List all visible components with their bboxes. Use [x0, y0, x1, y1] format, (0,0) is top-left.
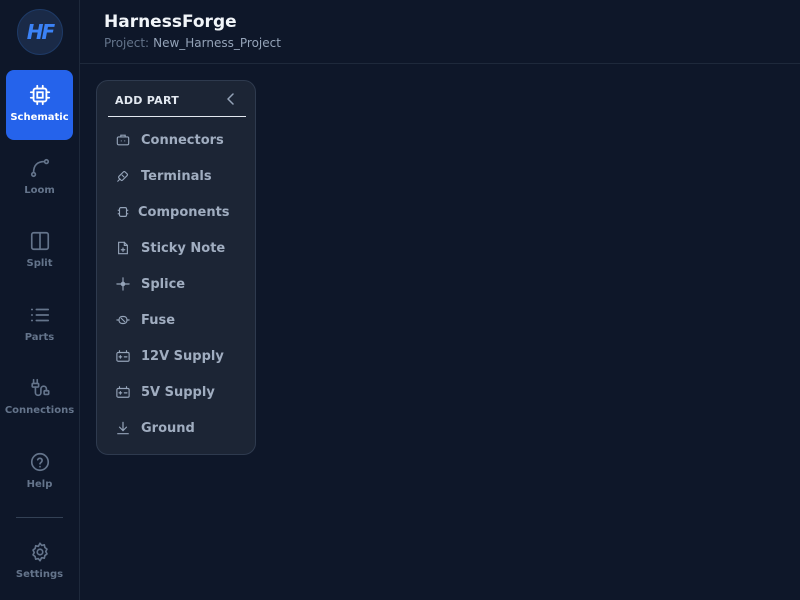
panel-header: ADD PART	[108, 81, 246, 117]
columns-icon	[28, 229, 52, 253]
part-label: 12V Supply	[141, 348, 224, 364]
sidebar-item-label: Schematic	[10, 112, 69, 123]
list-icon	[28, 303, 52, 327]
component-icon	[115, 204, 131, 220]
part-item-sticky-note[interactable]: Sticky Note	[115, 234, 245, 262]
battery-icon	[115, 348, 131, 364]
battery-icon	[115, 384, 131, 400]
project-name: New_Harness_Project	[153, 36, 281, 50]
sidebar-item-settings[interactable]: Settings	[6, 527, 73, 597]
sidebar-item-split[interactable]: Split	[6, 216, 73, 286]
gear-icon	[28, 540, 52, 564]
part-label: Ground	[141, 420, 195, 436]
sidebar-item-label: Split	[26, 258, 53, 269]
sidebar-item-label: Parts	[24, 332, 55, 343]
part-item-fuse[interactable]: Fuse	[115, 306, 245, 334]
logo[interactable]: HF	[17, 9, 63, 55]
sidebar-item-help[interactable]: Help	[6, 437, 73, 507]
part-item-components[interactable]: Components	[115, 198, 245, 226]
sidebar-item-parts[interactable]: Parts	[6, 290, 73, 360]
part-item-12v-supply[interactable]: 12V Supply	[115, 342, 245, 370]
top-header: HarnessForge Project: New_Harness_Project	[80, 0, 800, 64]
sidebar-item-loom[interactable]: Loom	[6, 143, 73, 213]
chevron-left-icon	[227, 93, 234, 105]
sidebar-item-schematic[interactable]: Schematic	[6, 70, 73, 140]
part-label: Components	[138, 204, 230, 220]
help-circle-icon	[28, 450, 52, 474]
project-info: Project: New_Harness_Project	[104, 36, 281, 50]
connector-icon	[115, 132, 131, 148]
sidebar-item-connections[interactable]: Connections	[4, 363, 75, 433]
route-icon	[28, 156, 52, 180]
part-label: Connectors	[141, 132, 224, 148]
part-item-splice[interactable]: Splice	[115, 270, 245, 298]
ground-icon	[115, 420, 131, 436]
terminal-icon	[115, 168, 131, 184]
sidebar-item-label: Settings	[15, 569, 64, 580]
part-label: 5V Supply	[141, 384, 215, 400]
fuse-icon	[115, 312, 131, 328]
part-label: Sticky Note	[141, 240, 226, 256]
splice-icon	[115, 276, 131, 292]
part-label: Fuse	[141, 312, 176, 328]
sidebar-item-label: Connections	[4, 405, 75, 416]
sidebar-divider	[16, 517, 63, 518]
note-icon	[115, 240, 131, 256]
app-title: HarnessForge	[104, 12, 237, 32]
part-item-ground[interactable]: Ground	[115, 414, 245, 442]
project-label: Project:	[104, 36, 150, 50]
app-root: HF Schematic Loom Split Parts Connection…	[0, 0, 800, 600]
part-label: Terminals	[141, 168, 212, 184]
part-item-connectors[interactable]: Connectors	[115, 126, 245, 154]
plug-icon	[28, 376, 52, 400]
collapse-panel-button[interactable]	[224, 91, 238, 107]
sidebar-item-label: Loom	[24, 185, 55, 196]
add-part-panel: ADD PART Connectors Terminals Components…	[96, 80, 256, 455]
sidebar: HF Schematic Loom Split Parts Connection…	[0, 0, 80, 600]
sidebar-item-label: Help	[26, 479, 53, 490]
panel-title: ADD PART	[115, 94, 180, 107]
chip-icon	[28, 83, 52, 107]
part-item-terminals[interactable]: Terminals	[115, 162, 245, 190]
part-item-5v-supply[interactable]: 5V Supply	[115, 378, 245, 406]
part-label: Splice	[141, 276, 186, 292]
